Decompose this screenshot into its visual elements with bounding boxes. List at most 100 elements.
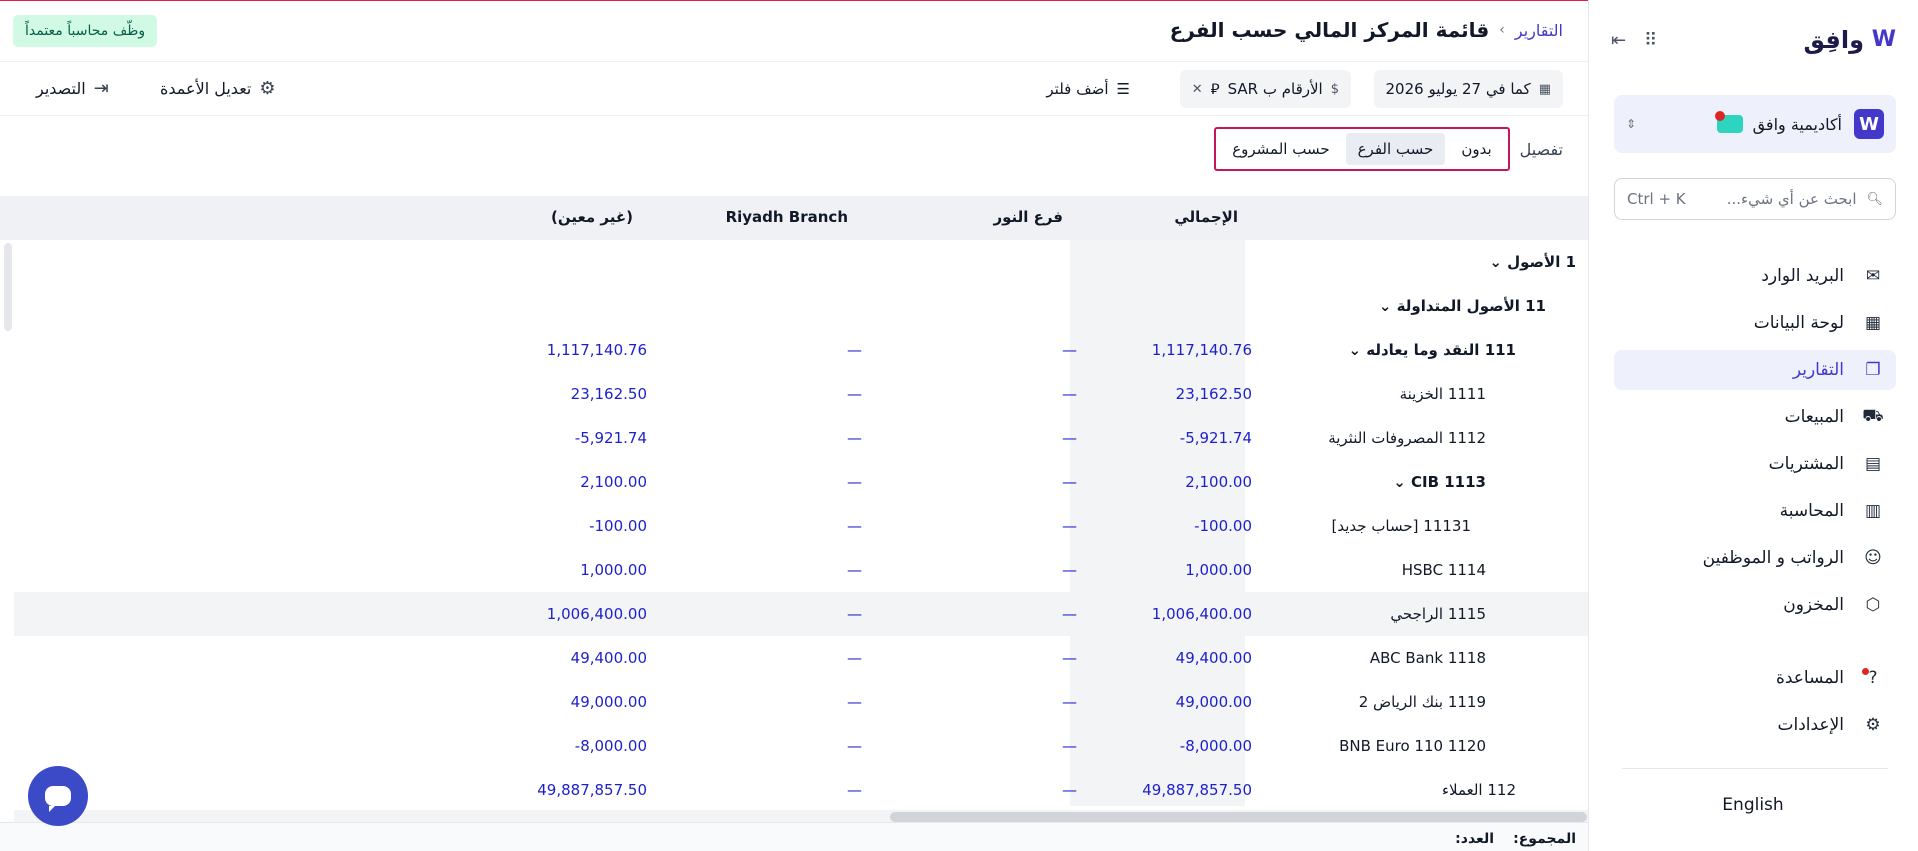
cell-alnoor: — (1062, 385, 1077, 403)
organization-switcher[interactable]: W أكاديمية وافق ⇕ (1614, 95, 1896, 153)
cell-unassigned[interactable]: 1,117,140.76 (547, 341, 647, 359)
sidebar-item-inbox[interactable]: ✉ البريد الوارد (1614, 256, 1896, 296)
sidebar-divider (1622, 768, 1888, 769)
brand-logo[interactable]: W وافِق (1804, 26, 1897, 54)
vertical-scrollbar[interactable] (4, 243, 12, 331)
footer-sum-label: المجموع: (1513, 831, 1576, 847)
cell-total[interactable]: 49,400.00 (1176, 649, 1252, 667)
table-row[interactable]: 1111 الخزينة 23,162.50 — — 23,162.50 (14, 372, 1588, 416)
table-row[interactable]: ABC Bank 1118 49,400.00 — — 49,400.00 (14, 636, 1588, 680)
table-row[interactable]: CIB 1113 ⌄ 2,100.00 — — 2,100.00 (14, 460, 1588, 504)
cell-total[interactable]: -100.00 (1194, 517, 1252, 535)
cell-riyadh: — (847, 517, 862, 535)
table-row[interactable]: 112 العملاء 49,887,857.50 — — 49,887,857.50 (14, 768, 1588, 812)
table-row[interactable]: 1 الأصول ⌄ (14, 240, 1588, 284)
cell-unassigned[interactable]: 1,000.00 (580, 561, 647, 579)
chat-support-button[interactable] (28, 766, 88, 826)
account-name: 11131 [حساب جديد] (1331, 517, 1472, 535)
cell-total[interactable]: 1,006,400.00 (1152, 605, 1252, 623)
table-row[interactable]: 1112 المصروفات النثرية -5,921.74 — — -5,921.… (14, 416, 1588, 460)
chevron-down-icon[interactable]: ⌄ (1348, 341, 1366, 359)
sidebar-top-actions: ⠿ ⇤ (1611, 30, 1657, 51)
cell-unassigned[interactable]: 2,100.00 (580, 473, 647, 491)
date-filter-label: كما في 27 يوليو 2026 (1385, 80, 1531, 98)
account-cell[interactable]: 1 الأصول ⌄ (1489, 253, 1576, 271)
breakdown-option-project[interactable]: حسب المشروع (1220, 133, 1341, 165)
sidebar-item-label: التقارير (1792, 360, 1844, 380)
sidebar-item-inventory[interactable]: ⬡ المخزون (1614, 585, 1896, 625)
account-name: 11 الأصول المتداولة (1396, 297, 1546, 315)
sidebar-item-reports[interactable]: ❐ التقارير (1614, 350, 1896, 390)
add-filter-button[interactable]: ☰ أضف فلتر (1046, 80, 1130, 98)
cell-total[interactable]: 1,000.00 (1185, 561, 1252, 579)
cell-unassigned[interactable]: 49,400.00 (571, 649, 647, 667)
cell-unassigned[interactable]: 23,162.50 (571, 385, 647, 403)
sidebar-item-payroll[interactable]: ☺ الرواتب و الموظفين (1614, 538, 1896, 578)
chevron-down-icon[interactable]: ⌄ (1489, 253, 1507, 271)
page-header: التقارير › قائمة المركز المالي حسب الفرع… (0, 0, 1588, 62)
breakdown-option-branch[interactable]: حسب الفرع (1345, 133, 1446, 165)
account-cell[interactable]: CIB 1113 ⌄ (1393, 473, 1486, 491)
horizontal-scrollbar[interactable] (890, 812, 1587, 822)
search-shortcut: Ctrl + K (1627, 190, 1686, 208)
cell-unassigned[interactable]: 49,887,857.50 (537, 781, 647, 799)
cell-unassigned[interactable]: -8,000.00 (575, 737, 647, 755)
cell-riyadh: — (847, 605, 862, 623)
cell-unassigned[interactable]: 1,006,400.00 (547, 605, 647, 623)
sidebar-item-settings[interactable]: ⚙ الإعدادات (1614, 705, 1896, 745)
sidebar-item-label: المساعدة (1775, 668, 1844, 688)
edit-columns-button[interactable]: ⚙ تعديل الأعمدة (160, 78, 276, 99)
table-header: الإجمالي فرع النور Riyadh Branch (غير مع… (0, 196, 1588, 240)
export-button[interactable]: ⇥ التصدير (36, 78, 109, 99)
cell-alnoor: — (1062, 517, 1077, 535)
account-cell[interactable]: 11 الأصول المتداولة ⌄ (1379, 297, 1546, 315)
breadcrumb-reports-link[interactable]: التقارير (1515, 21, 1563, 40)
cart-icon: ⛟ (1862, 406, 1884, 426)
close-icon[interactable]: ✕ (1192, 82, 1203, 97)
calendar-icon: ▦ (1538, 81, 1551, 97)
table-row[interactable]: 11131 [حساب جديد] -100.00 — — -100.00 (14, 504, 1588, 548)
global-search[interactable]: 🔍︎ ابحث عن أي شيء... Ctrl + K (1614, 178, 1896, 220)
box-icon: ⬡ (1865, 595, 1881, 615)
table-row[interactable]: 1119 بنك الرياض 2 49,000.00 — — 49,000.00 (14, 680, 1588, 724)
currency-filter-chip[interactable]: $ الأرقام ب SAR ⃁ ✕ (1179, 70, 1351, 108)
cell-total[interactable]: 1,117,140.76 (1152, 341, 1252, 359)
cell-unassigned[interactable]: -100.00 (589, 517, 647, 535)
account-cell[interactable]: 111 النقد وما يعادله ⌄ (1348, 341, 1516, 359)
collapse-sidebar-icon[interactable]: ⇤ (1611, 30, 1626, 51)
table-row[interactable]: 1115 الراجحي 1,006,400.00 — — 1,006,400.00 (14, 592, 1588, 636)
cell-total[interactable]: -5,921.74 (1180, 429, 1252, 447)
table-row[interactable]: 11 الأصول المتداولة ⌄ (14, 284, 1588, 328)
cell-riyadh: — (847, 737, 862, 755)
sidebar-item-purchases[interactable]: ▤ المشتريات (1614, 444, 1896, 484)
chevron-down-icon[interactable]: ⌄ (1393, 473, 1411, 491)
chat-bubble-icon (45, 786, 71, 812)
table-row[interactable]: BNB Euro 110 1120 -8,000.00 — — -8,000.00 (14, 724, 1588, 768)
cell-total[interactable]: 2,100.00 (1185, 473, 1252, 491)
date-filter-chip[interactable]: ▦ كما في 27 يوليو 2026 (1373, 70, 1563, 108)
cell-total[interactable]: -8,000.00 (1180, 737, 1252, 755)
breakdown-option-none[interactable]: بدون (1449, 133, 1503, 165)
language-switch[interactable]: English (1588, 795, 1918, 815)
apps-grid-icon[interactable]: ⠿ (1644, 30, 1657, 51)
wafeq-logo-icon: W (1871, 27, 1896, 52)
sidebar-item-label: البريد الوارد (1761, 266, 1844, 286)
currency-filter-label: الأرقام ب SAR (1227, 80, 1323, 98)
table-row[interactable]: HSBC 1114 1,000.00 — — 1,000.00 (14, 548, 1588, 592)
cell-total[interactable]: 49,887,857.50 (1142, 781, 1252, 799)
cell-unassigned[interactable]: 49,000.00 (571, 693, 647, 711)
sidebar-item-help[interactable]: ? المساعدة (1614, 658, 1896, 698)
notification-badge-icon (1714, 111, 1743, 133)
sidebar-item-accounting[interactable]: ▥ المحاسبة (1614, 491, 1896, 531)
hire-accountant-button[interactable]: وظّف محاسباً معتمداً (13, 15, 158, 47)
table-row[interactable]: 111 النقد وما يعادله ⌄ 1,117,140.76 — — 1,11… (14, 328, 1588, 372)
chevron-down-icon[interactable]: ⌄ (1379, 297, 1397, 315)
account-name: CIB 1113 (1411, 473, 1486, 491)
cell-unassigned[interactable]: -5,921.74 (575, 429, 647, 447)
sidebar-item-sales[interactable]: ⛟ المبيعات (1614, 397, 1896, 437)
sidebar: W وافِق ⠿ ⇤ W أكاديمية وافق ⇕ 🔍︎ ابحث عن… (1588, 0, 1918, 851)
inbox-icon: ✉ (1865, 266, 1881, 286)
sidebar-item-dashboard[interactable]: ▦ لوحة البيانات (1614, 303, 1896, 343)
cell-total[interactable]: 49,000.00 (1176, 693, 1252, 711)
cell-total[interactable]: 23,162.50 (1176, 385, 1252, 403)
